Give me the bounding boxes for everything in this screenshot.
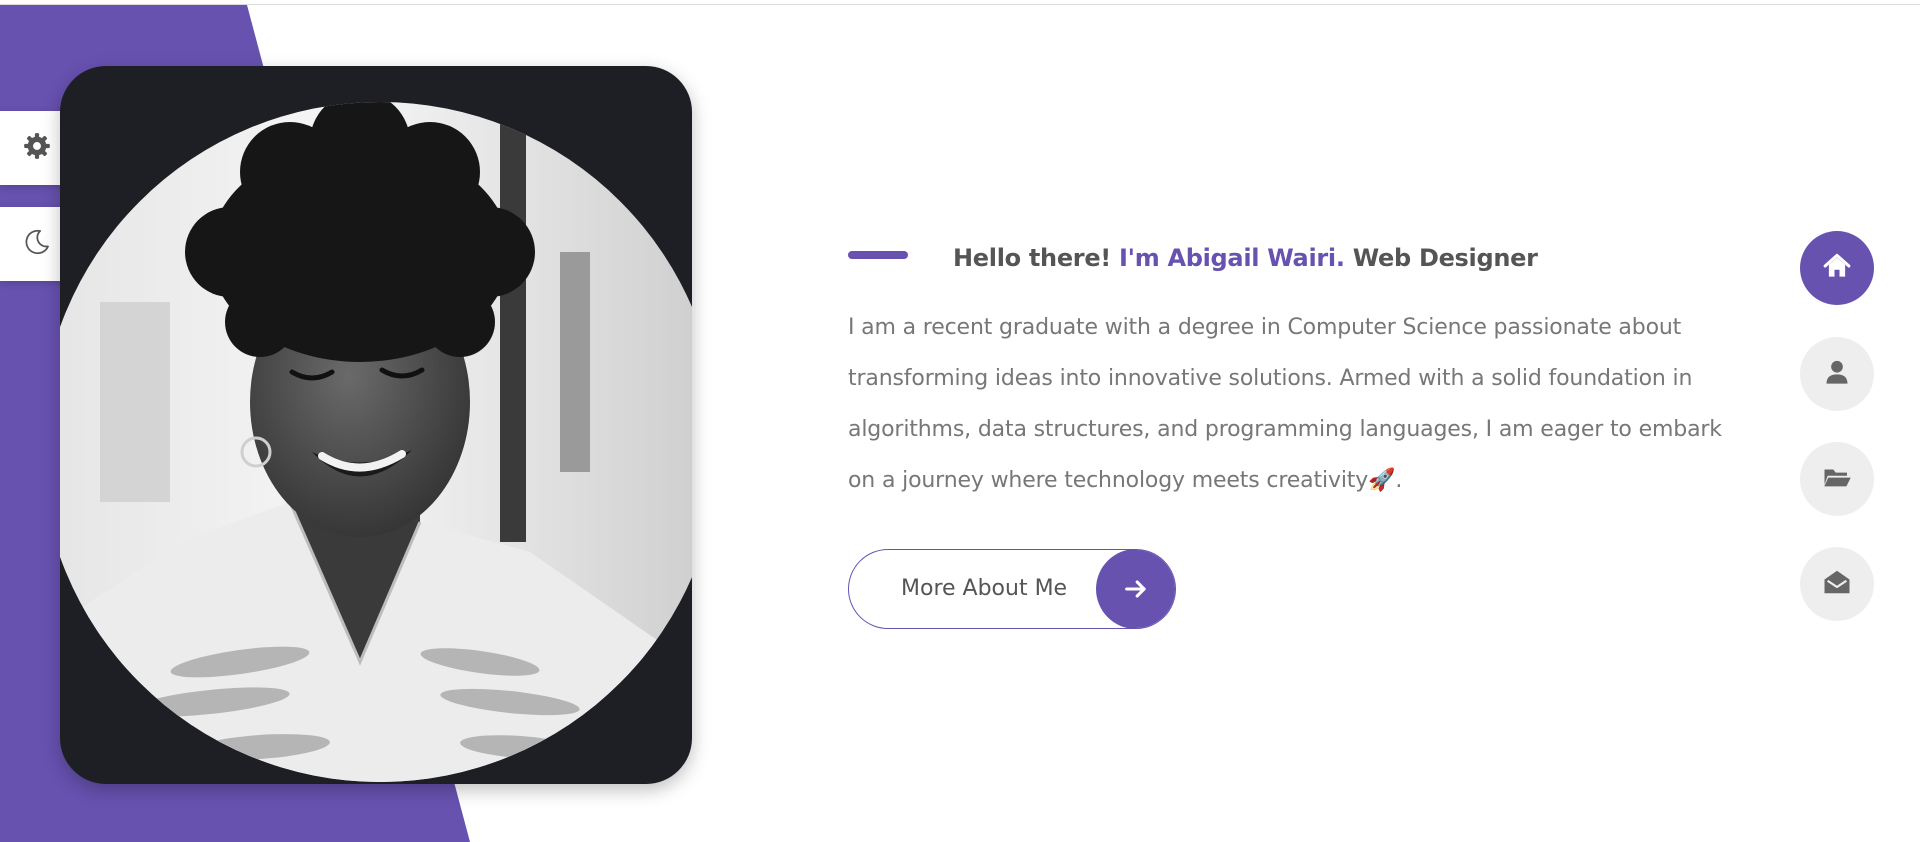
bio-paragraph: I am a recent graduate with a degree in … xyxy=(848,315,1722,493)
profile-photo xyxy=(60,102,692,782)
gear-icon xyxy=(23,132,51,165)
folder-open-icon xyxy=(1822,462,1852,497)
home-page: Hello there! I'm Abigail Wairi. Web Desi… xyxy=(0,0,1920,842)
nav-about-button[interactable] xyxy=(1800,337,1874,411)
profile-card xyxy=(60,66,692,784)
role-text: Web Designer xyxy=(1352,244,1538,272)
nav-contact-button[interactable] xyxy=(1800,547,1874,621)
arrow-right-icon xyxy=(1096,550,1175,628)
envelope-open-icon xyxy=(1822,567,1852,602)
moon-icon xyxy=(22,227,52,262)
more-about-me-button[interactable]: More About Me xyxy=(848,549,1176,629)
accent-line xyxy=(848,251,908,259)
headline: Hello there! I'm Abigail Wairi. Web Desi… xyxy=(953,238,1538,278)
nav-portfolio-button[interactable] xyxy=(1800,442,1874,516)
nav-home-button[interactable] xyxy=(1800,231,1874,305)
more-about-me-label: More About Me xyxy=(901,576,1068,601)
name-text: I'm Abigail Wairi. xyxy=(1119,244,1345,272)
home-icon xyxy=(1822,251,1852,286)
greeting-text: Hello there! xyxy=(953,244,1111,272)
user-icon xyxy=(1823,358,1851,391)
